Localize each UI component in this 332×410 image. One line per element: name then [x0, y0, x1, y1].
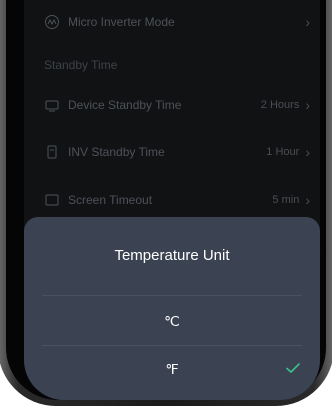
inv-standby-label: INV Standby Time [68, 145, 165, 159]
sheet-title: Temperature Unit [114, 247, 230, 264]
screen-timeout-label: Screen Timeout [68, 193, 153, 207]
chevron-right-icon: › [305, 97, 310, 113]
temperature-unit-sheet: Temperature Unit ℃ ℉ [24, 217, 320, 400]
device-standby-label: Device Standby Time [68, 98, 182, 112]
inv-icon [44, 144, 60, 160]
device-standby-row[interactable]: Device Standby Time 2 Hours › [24, 85, 320, 125]
screen-timeout-value: 5 min [272, 194, 300, 206]
chevron-right-icon: › [305, 144, 310, 160]
option-fahrenheit-label: ℉ [165, 360, 179, 377]
inv-standby-value: 1 Hour [266, 146, 300, 158]
micro-inverter-mode-row[interactable]: Micro Inverter Mode › [24, 2, 320, 42]
device-icon [44, 97, 60, 113]
micro-inverter-label: Micro Inverter Mode [68, 15, 175, 29]
divider [42, 295, 302, 296]
screen-timeout-row[interactable]: Screen Timeout 5 min › [24, 180, 320, 220]
phone-frame: Micro Inverter Mode › Standby Time Devic… [0, 0, 332, 406]
standby-section-title: Standby Time [44, 58, 118, 72]
inverter-icon [44, 14, 60, 30]
phone-bezel: Micro Inverter Mode › Standby Time Devic… [6, 0, 326, 400]
app-screen: Micro Inverter Mode › Standby Time Devic… [24, 0, 320, 400]
checkmark-icon [286, 363, 300, 373]
screen-icon [44, 192, 60, 208]
option-celsius[interactable]: ℃ [24, 297, 320, 345]
inv-standby-row[interactable]: INV Standby Time 1 Hour › [24, 132, 320, 172]
option-fahrenheit[interactable]: ℉ [24, 345, 320, 393]
device-standby-value: 2 Hours [260, 99, 300, 111]
chevron-right-icon: › [305, 14, 310, 30]
option-celsius-label: ℃ [164, 312, 180, 329]
chevron-right-icon: › [305, 192, 310, 208]
